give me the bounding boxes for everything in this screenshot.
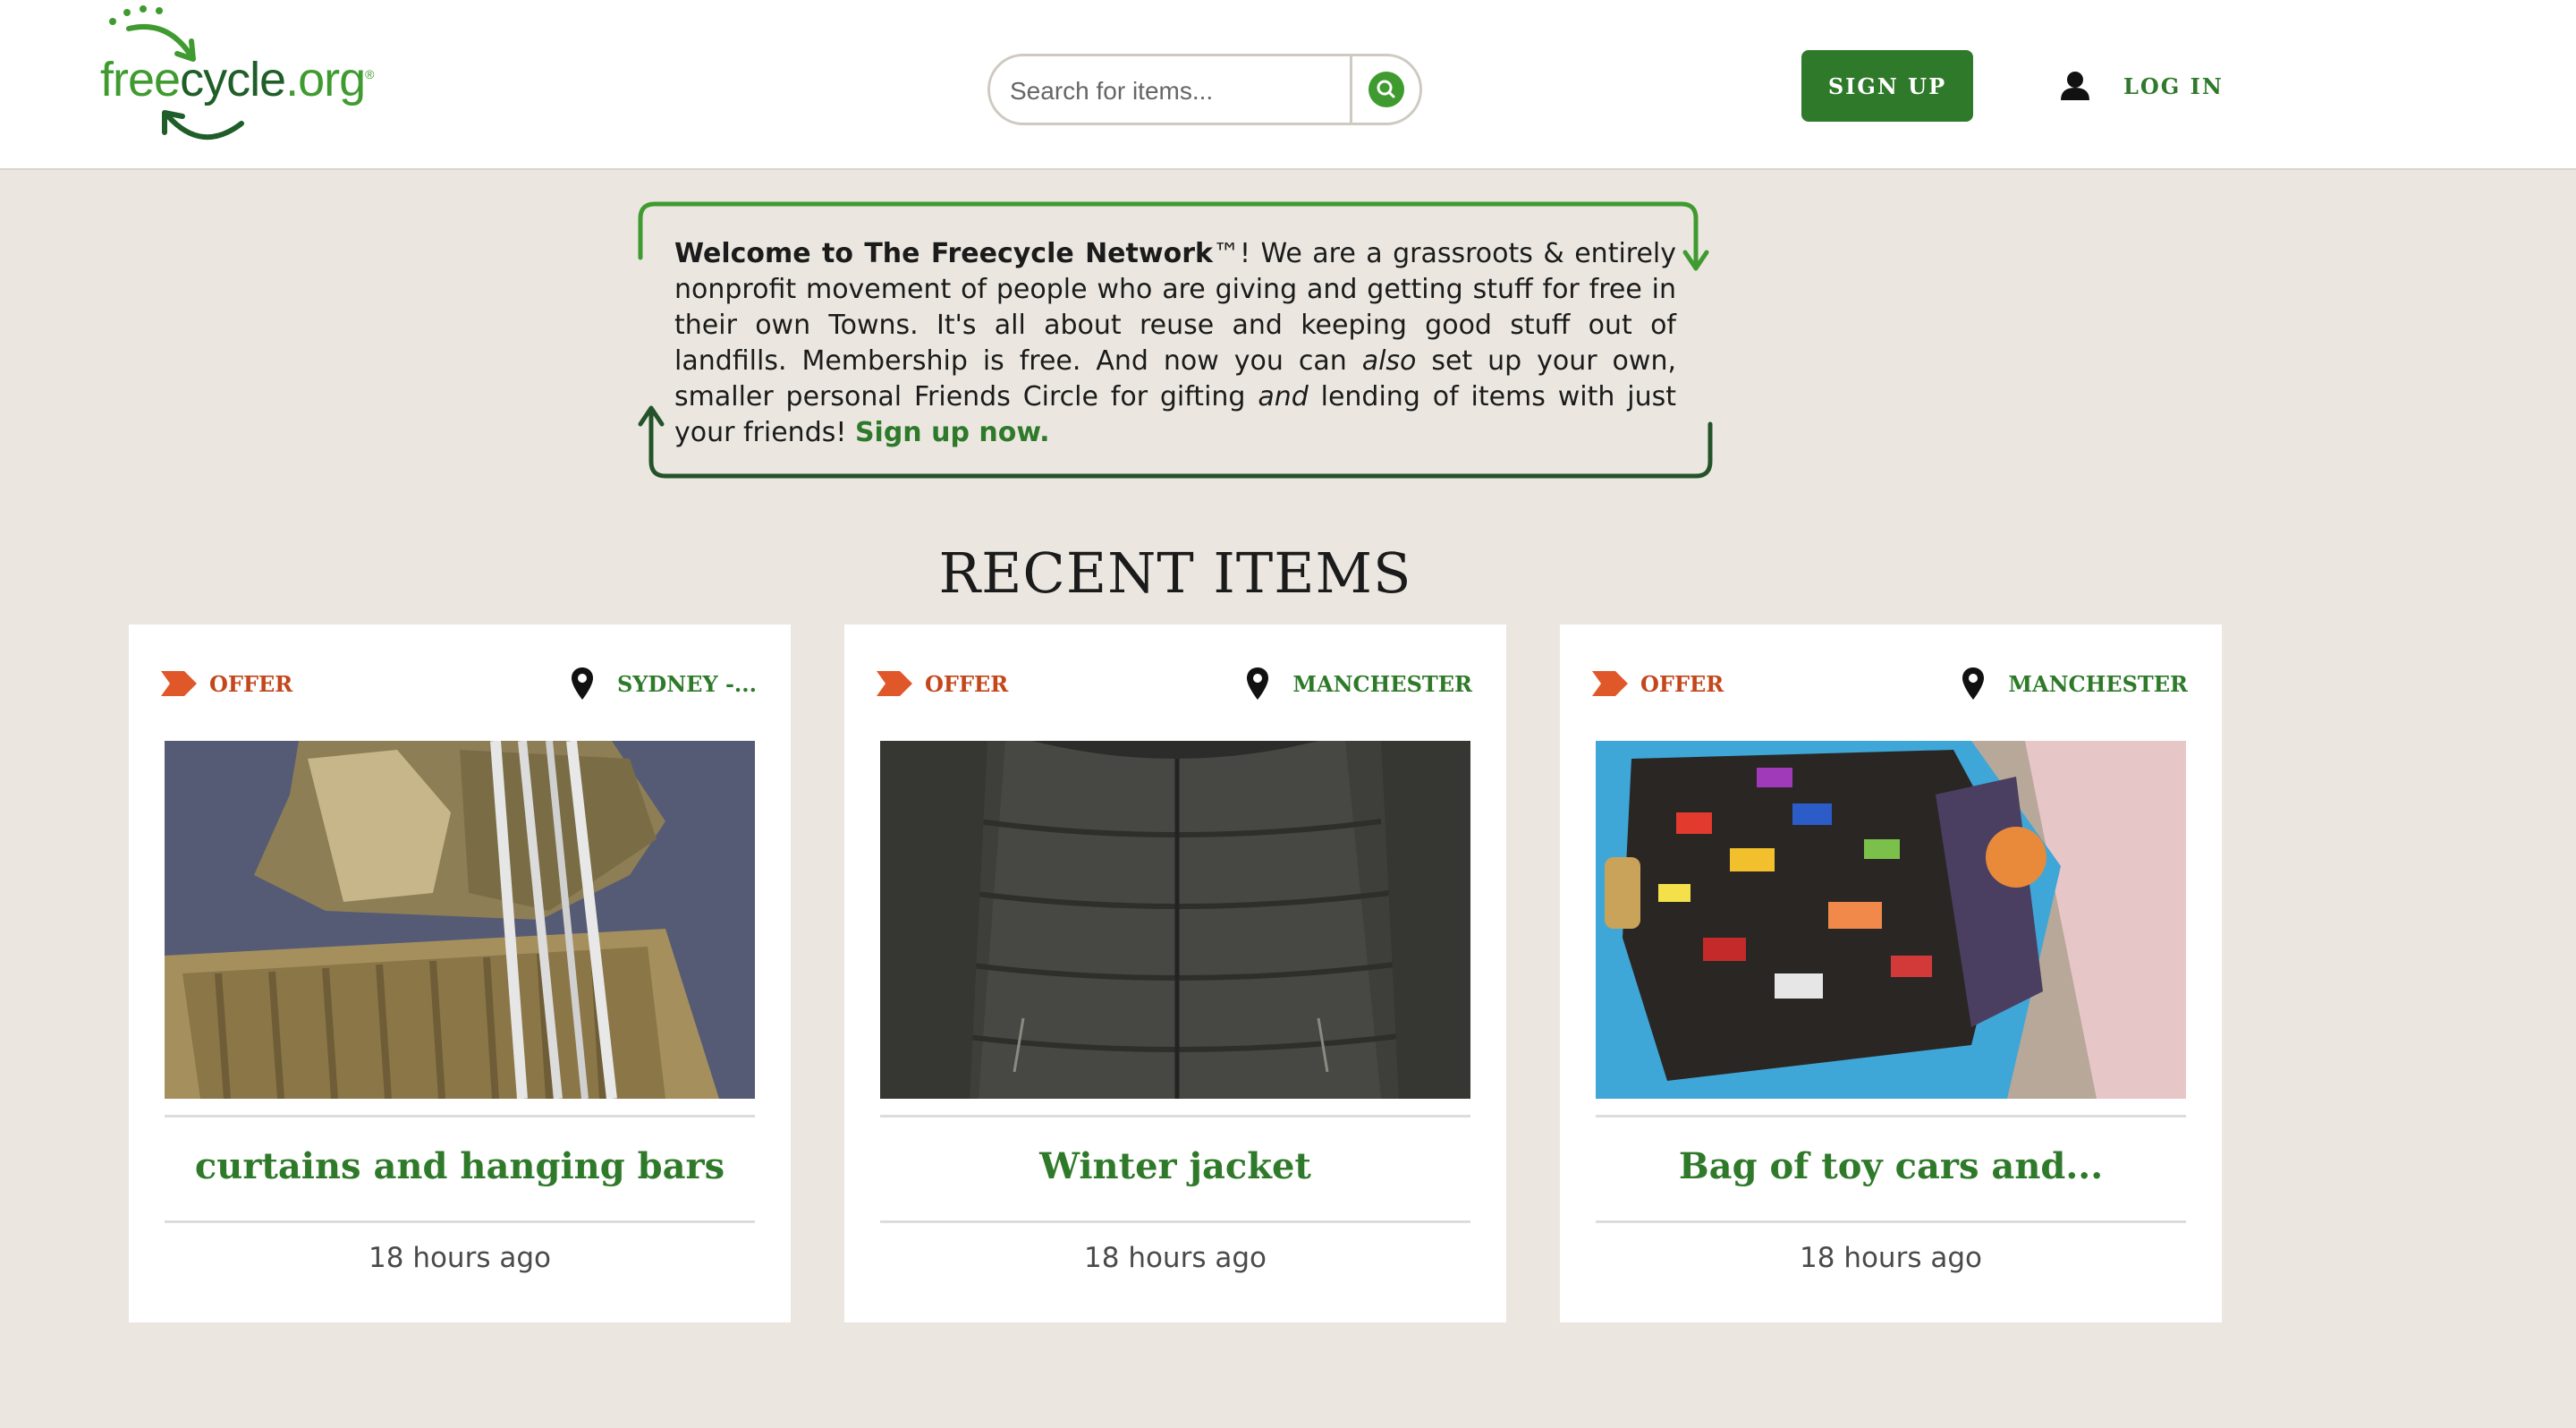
divider <box>1596 1115 2186 1118</box>
site-header: freecycle.org® SIGN UP LOG IN <box>0 0 2576 170</box>
item-photo-toy-cars[interactable] <box>1596 741 2186 1099</box>
freecycle-logo[interactable]: freecycle.org® <box>95 2 417 150</box>
item-card[interactable]: OFFER MANCHESTER Winter jacket 18 hours … <box>844 625 1506 1322</box>
item-title-link[interactable]: Winter jacket <box>844 1145 1506 1187</box>
item-timestamp: 18 hours ago <box>369 1242 551 1274</box>
divider <box>880 1220 1470 1223</box>
user-icon <box>2061 72 2089 100</box>
divider <box>165 1220 755 1223</box>
search-icon <box>1368 72 1404 107</box>
item-photo-jacket[interactable] <box>880 741 1470 1099</box>
offer-badge: OFFER <box>161 664 292 703</box>
search-input[interactable] <box>1008 65 1352 117</box>
search-button[interactable] <box>1350 56 1419 123</box>
recent-items-heading: RECENT ITEMS <box>938 540 1412 606</box>
offer-chevron-icon <box>1592 671 1628 696</box>
welcome-message: Welcome to The Freecycle Network™! We ar… <box>674 238 1677 448</box>
location-pin-icon <box>571 667 593 700</box>
divider <box>1596 1220 2186 1223</box>
divider <box>880 1115 1470 1118</box>
item-location: SYDNEY -... <box>571 664 757 703</box>
item-title-link[interactable]: Bag of toy cars and... <box>1560 1145 2222 1187</box>
item-photo-curtains[interactable] <box>165 741 755 1099</box>
item-timestamp: 18 hours ago <box>1084 1242 1267 1274</box>
offer-chevron-icon <box>161 671 197 696</box>
location-pin-icon <box>1962 667 1985 700</box>
location-pin-icon <box>1247 667 1269 700</box>
log-in-label: LOG IN <box>2123 72 2224 99</box>
item-location: MANCHESTER <box>1962 664 2188 703</box>
item-location: MANCHESTER <box>1246 664 1472 703</box>
logo-wordmark: freecycle.org® <box>100 53 375 106</box>
item-title-link[interactable]: curtains and hanging bars <box>129 1145 791 1187</box>
search-box <box>987 54 1422 125</box>
item-card[interactable]: OFFER MANCHESTER Bag of toy cars and... … <box>1560 625 2222 1322</box>
divider <box>165 1115 755 1118</box>
offer-badge: OFFER <box>877 664 1008 703</box>
item-timestamp: 18 hours ago <box>1800 1242 1982 1274</box>
item-card[interactable]: OFFER SYDNEY -... curtains and hanging b… <box>129 625 791 1322</box>
sign-up-button[interactable]: SIGN UP <box>1801 50 1973 122</box>
offer-chevron-icon <box>877 671 912 696</box>
log-in-link[interactable]: LOG IN <box>2059 64 2224 107</box>
sign-up-now-link[interactable]: Sign up now. <box>855 417 1050 448</box>
offer-badge: OFFER <box>1592 664 1724 703</box>
